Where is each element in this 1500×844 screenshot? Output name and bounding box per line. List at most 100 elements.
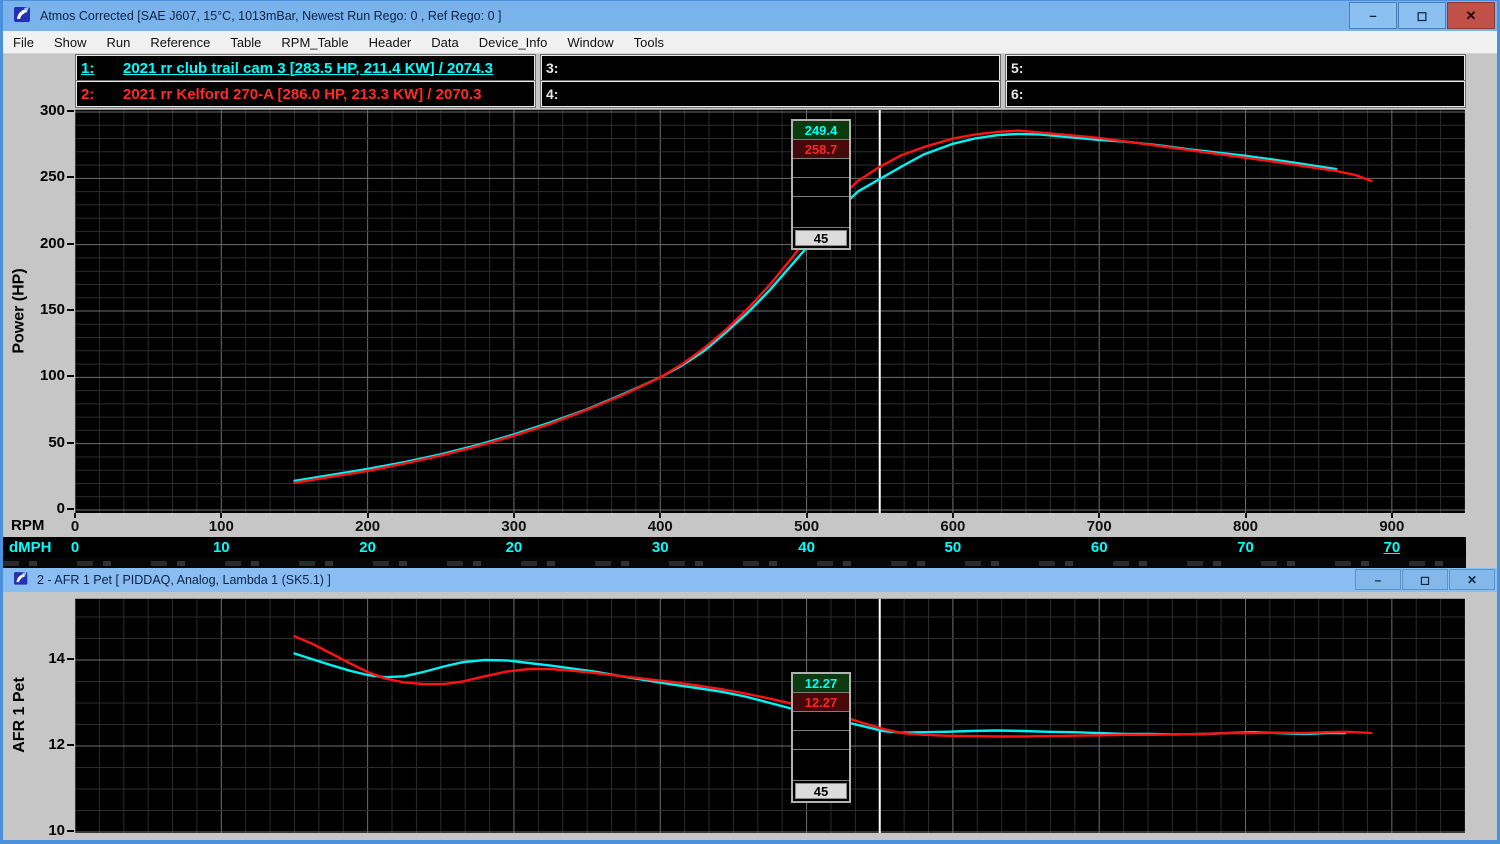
cursor-x-readout: 45 [795, 783, 847, 799]
y-tick-mark [67, 830, 74, 832]
dmph-tick-label: 20 [488, 539, 540, 556]
cursor-readout-box[interactable]: 12.27 12.27 45 [791, 672, 851, 803]
legend-run-2-number: 2: [81, 86, 123, 103]
cursor-value-empty [793, 178, 849, 197]
legend-slot-5[interactable]: 5: [1007, 56, 1464, 80]
cursor-value-run1: 12.27 [793, 674, 849, 693]
cursor-value-empty [793, 712, 849, 731]
rpm-axis-label: RPM [11, 517, 44, 534]
y-tick-label: 100 [40, 367, 65, 384]
rpm-tick-label: 300 [492, 518, 536, 535]
y-tick-mark [67, 508, 74, 510]
menu-item-header[interactable]: Header [359, 35, 422, 50]
close-icon[interactable]: ✕ [1447, 2, 1495, 29]
rpm-tick-label: 100 [199, 518, 243, 535]
afr-chart-plot[interactable] [75, 598, 1465, 833]
cursor-value-empty [793, 159, 849, 178]
afr-window: 2 - AFR 1 Pet [ PIDDAQ, Analog, Lambda 1… [0, 568, 1500, 844]
title-bar[interactable]: Atmos Corrected [SAE J607, 15°C, 1013mBa… [3, 1, 1497, 31]
cursor-value-empty [793, 750, 849, 781]
menu-item-table[interactable]: Table [220, 35, 271, 50]
dmph-tick-label: 40 [781, 539, 833, 556]
rpm-tick-label: 700 [1077, 518, 1121, 535]
legend-run-1-text: 2021 rr club trail cam 3 [283.5 HP, 211.… [123, 60, 493, 77]
close-icon[interactable]: ✕ [1449, 569, 1495, 590]
app-icon [14, 571, 29, 590]
menu-item-show[interactable]: Show [44, 35, 97, 50]
legend-slot-5-number: 5: [1011, 60, 1023, 76]
y-tick-mark [67, 375, 74, 377]
minimize-icon[interactable]: – [1349, 2, 1397, 29]
y-tick-mark [67, 243, 74, 245]
menu-item-rpm-table[interactable]: RPM_Table [271, 35, 358, 50]
window-title: Atmos Corrected [SAE J607, 15°C, 1013mBa… [40, 9, 501, 23]
dyno-power-window: Atmos Corrected [SAE J607, 15°C, 1013mBa… [0, 0, 1500, 568]
dmph-tick-label: 0 [49, 539, 101, 556]
app-icon [14, 6, 32, 27]
dmph-tick-label: 10 [195, 539, 247, 556]
y-tick-mark [67, 442, 74, 444]
rpm-tick-label: 900 [1370, 518, 1414, 535]
cursor-value-empty [793, 731, 849, 750]
cursor-value-run1: 249.4 [793, 121, 849, 140]
dmph-tick-label: 60 [1073, 539, 1125, 556]
legend-slot-4[interactable]: 4: [542, 82, 999, 106]
rpm-axis-row: RPM 0 100 200 300 400 500 600 700 800 900 [3, 513, 1497, 537]
power-axis-ticks: 300250200150100500 [3, 109, 75, 513]
y-tick-label: 150 [40, 301, 65, 318]
y-tick-mark [67, 744, 74, 746]
menu-item-run[interactable]: Run [96, 35, 140, 50]
rpm-tick-label: 400 [638, 518, 682, 535]
legend-slot-3[interactable]: 3: [542, 56, 999, 80]
dmph-tick-label: 70 [1220, 539, 1272, 556]
dmph-tick-label: 70 [1366, 539, 1418, 556]
dmph-tick-label: 20 [342, 539, 394, 556]
rpm-tick-label: 600 [931, 518, 975, 535]
menu-item-file[interactable]: File [3, 35, 44, 50]
y-tick-mark [67, 110, 74, 112]
dmph-tick-label: 50 [927, 539, 979, 556]
y-tick-label: 300 [40, 102, 65, 119]
dmph-axis-row: dMPH 0 10 20 20 30 40 50 60 70 70 [3, 537, 1466, 558]
y-tick-label: 200 [40, 235, 65, 252]
rpm-tick-label: 0 [53, 518, 97, 535]
legend-slot-3-number: 3: [546, 60, 558, 76]
menu-bar: File Show Run Reference Table RPM_Table … [3, 31, 1497, 54]
y-tick-label: 12 [48, 736, 65, 753]
menu-item-data[interactable]: Data [421, 35, 468, 50]
cursor-readout-box[interactable]: 249.4 258.7 45 [791, 119, 851, 250]
maximize-icon[interactable]: ◻ [1398, 2, 1446, 29]
y-tick-label: 14 [48, 650, 65, 667]
legend-slot-6[interactable]: 6: [1007, 82, 1464, 106]
menu-item-device-info[interactable]: Device_Info [469, 35, 558, 50]
y-tick-mark [67, 176, 74, 178]
menu-item-tools[interactable]: Tools [624, 35, 674, 50]
legend-run-1[interactable]: 1: 2021 rr club trail cam 3 [283.5 HP, 2… [77, 56, 534, 80]
rpm-tick-label: 500 [785, 518, 829, 535]
legend-run-2-text: 2021 rr Kelford 270-A [286.0 HP, 213.3 K… [123, 86, 482, 103]
power-chart-plot[interactable] [75, 109, 1465, 514]
cursor-x-readout: 45 [795, 230, 847, 246]
rpm-tick-label: 800 [1224, 518, 1268, 535]
legend-slot-6-number: 6: [1011, 86, 1023, 102]
title-bar[interactable]: 2 - AFR 1 Pet [ PIDDAQ, Analog, Lambda 1… [3, 568, 1497, 592]
dmph-axis-label: dMPH [9, 539, 52, 556]
menu-item-reference[interactable]: Reference [140, 35, 220, 50]
cursor-value-run2: 258.7 [793, 140, 849, 159]
afr-axis-ticks: 141210 [3, 598, 75, 832]
y-tick-label: 50 [48, 434, 65, 451]
rpm-tick-label: 200 [346, 518, 390, 535]
legend-run-1-number: 1: [81, 60, 123, 77]
dmph-tick-label: 30 [634, 539, 686, 556]
y-tick-mark [67, 658, 74, 660]
y-tick-label: 10 [48, 822, 65, 839]
cursor-value-run2: 12.27 [793, 693, 849, 712]
cursor-value-empty [793, 197, 849, 228]
menu-item-window[interactable]: Window [557, 35, 623, 50]
legend-run-2[interactable]: 2: 2021 rr Kelford 270-A [286.0 HP, 213.… [77, 82, 534, 106]
window-title: 2 - AFR 1 Pet [ PIDDAQ, Analog, Lambda 1… [37, 573, 331, 587]
minimize-icon[interactable]: – [1355, 569, 1401, 590]
maximize-icon[interactable]: ◻ [1402, 569, 1448, 590]
y-tick-label: 250 [40, 168, 65, 185]
legend-slot-4-number: 4: [546, 86, 558, 102]
